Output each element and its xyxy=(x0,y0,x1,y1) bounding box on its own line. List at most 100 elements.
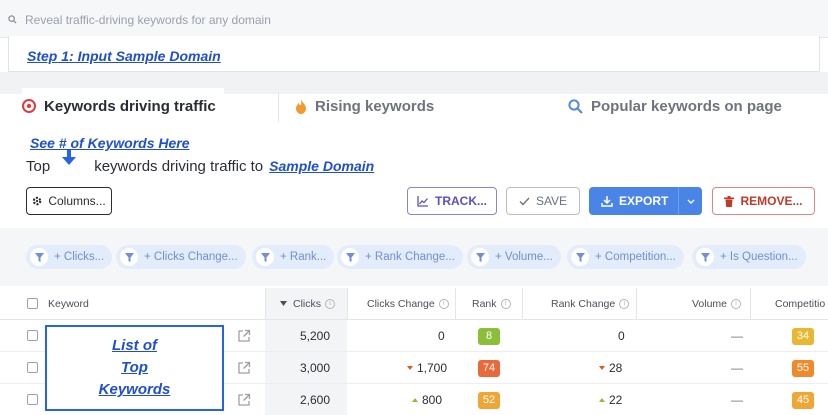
export-dropdown[interactable] xyxy=(678,187,702,215)
cell-rank: 74 xyxy=(478,352,500,384)
cell-volume: — xyxy=(731,329,743,343)
tab-divider xyxy=(278,92,279,122)
filter-icon xyxy=(696,248,714,266)
filter-chip-rank-change[interactable]: + Rank Change... xyxy=(337,245,463,269)
row-checkbox[interactable] xyxy=(27,330,38,341)
filter-icon xyxy=(571,248,589,266)
see-count-annotation: See # of Keywords Here xyxy=(30,135,190,151)
chart-line-icon xyxy=(417,195,428,207)
column-header-clicks[interactable]: Clicks i xyxy=(280,288,335,320)
cell-rank: 52 xyxy=(478,384,500,415)
columns-label: Columns... xyxy=(48,194,106,208)
search-icon xyxy=(8,15,17,24)
competition-badge: 55 xyxy=(792,359,814,377)
export-label: EXPORT xyxy=(619,194,669,208)
cell-rank-change: 22 xyxy=(599,384,622,415)
cell-competition: 55 xyxy=(792,352,814,384)
rank-badge: 74 xyxy=(478,359,500,377)
info-icon[interactable]: i xyxy=(500,299,511,309)
filter-chip-label: + Competition... xyxy=(595,251,676,263)
row-checkbox[interactable] xyxy=(27,362,38,373)
info-icon[interactable]: i xyxy=(438,299,449,309)
step-panel: Step 1: Input Sample Domain xyxy=(8,36,820,72)
tab-bar: Keywords driving traffic Rising keywords… xyxy=(0,88,828,124)
remove-label: REMOVE... xyxy=(740,194,803,208)
columns-button[interactable]: Columns... xyxy=(26,187,112,215)
filter-icon xyxy=(471,248,489,266)
filter-chip-label: + Clicks Change... xyxy=(144,251,238,263)
trash-icon xyxy=(724,195,735,207)
column-header-keyword[interactable]: Keyword xyxy=(48,288,89,320)
filter-icon xyxy=(341,248,359,266)
column-divider xyxy=(522,288,523,320)
filter-chip-label: + Rank Change... xyxy=(365,251,455,263)
tab-label: Rising keywords xyxy=(315,97,435,115)
save-label: SAVE xyxy=(535,194,568,208)
external-link-icon[interactable] xyxy=(237,393,251,407)
external-link-icon[interactable] xyxy=(237,329,251,343)
cell-rank-change: 28 xyxy=(599,352,622,384)
remove-button[interactable]: REMOVE... xyxy=(712,187,815,215)
track-label: TRACK... xyxy=(435,194,487,208)
select-all-checkbox[interactable] xyxy=(27,298,38,309)
save-button[interactable]: SAVE xyxy=(506,187,580,215)
tab-label: Keywords driving traffic xyxy=(44,97,216,115)
column-divider xyxy=(455,288,456,320)
external-link-icon[interactable] xyxy=(237,361,251,375)
column-header-volume[interactable]: Volume i xyxy=(692,288,742,320)
filter-chip-rank[interactable]: + Rank... xyxy=(252,245,335,269)
heading-prefix: Top xyxy=(26,157,51,175)
column-header-clicks-change[interactable]: Clicks Change i xyxy=(367,288,449,320)
tab-keywords-driving-traffic[interactable]: Keywords driving traffic xyxy=(22,88,224,124)
cell-rank: 8 xyxy=(478,320,500,352)
cell-clicks: 5,200 xyxy=(300,329,331,343)
track-button[interactable]: TRACK... xyxy=(407,187,497,215)
info-icon[interactable]: i xyxy=(325,299,335,309)
cell-clicks-change: 800 xyxy=(412,384,442,415)
info-icon[interactable]: i xyxy=(619,299,630,309)
download-icon xyxy=(601,196,613,207)
column-header-rank[interactable]: Rank i xyxy=(472,288,511,320)
rank-badge: 8 xyxy=(478,327,500,345)
row-checkbox[interactable] xyxy=(27,394,38,405)
flame-icon xyxy=(296,98,306,114)
search-icon xyxy=(568,98,583,114)
cell-volume: — xyxy=(731,393,743,407)
column-divider xyxy=(265,288,266,320)
annotation-line: Keywords xyxy=(98,381,171,398)
info-icon[interactable]: i xyxy=(731,299,742,309)
filter-chip-clicks[interactable]: + Clicks... xyxy=(26,245,113,269)
tab-rising-keywords[interactable]: Rising keywords xyxy=(295,88,434,124)
filter-icon xyxy=(30,248,48,266)
list-annotation-box: List of Top Keywords xyxy=(45,325,224,411)
tab-popular-keywords[interactable]: Popular keywords on page xyxy=(568,88,782,124)
heading-middle: keywords driving traffic to xyxy=(94,157,264,175)
competition-badge: 34 xyxy=(792,327,814,345)
filter-chip-label: + Volume... xyxy=(495,251,553,263)
chevron-down-icon xyxy=(687,199,694,204)
export-button[interactable]: EXPORT xyxy=(589,187,702,215)
filter-chip-volume[interactable]: + Volume... xyxy=(467,245,561,269)
page-title: Top keywords driving traffic to Sample D… xyxy=(26,150,374,175)
trend-down-icon xyxy=(407,366,413,370)
competition-badge: 45 xyxy=(792,391,814,409)
cell-competition: 34 xyxy=(792,320,814,352)
filter-chip-competition[interactable]: + Competition... xyxy=(567,245,684,269)
filter-chip-label: + Rank... xyxy=(280,251,327,263)
cell-clicks-change: 1,700 xyxy=(407,352,447,384)
column-divider xyxy=(750,288,751,320)
search-input[interactable]: Reveal traffic-driving keywords for any … xyxy=(25,13,271,27)
filter-chip-is-question[interactable]: + Is Question... xyxy=(692,245,806,269)
filter-icon xyxy=(120,248,138,266)
annotation-line: Top xyxy=(121,359,148,376)
search-bar[interactable]: Reveal traffic-driving keywords for any … xyxy=(0,0,828,38)
step1-annotation: Step 1: Input Sample Domain xyxy=(27,48,221,64)
filter-chip-clicks-change[interactable]: + Clicks Change... xyxy=(116,245,246,269)
cell-rank-change: 0 xyxy=(618,329,625,343)
column-divider xyxy=(347,288,348,320)
column-header-competition[interactable]: Competitio xyxy=(775,288,825,320)
check-icon xyxy=(519,197,530,205)
column-header-rank-change[interactable]: Rank Change i xyxy=(551,288,630,320)
domain-link[interactable]: Sample Domain xyxy=(269,158,374,174)
annotation-line: List of xyxy=(112,337,157,354)
